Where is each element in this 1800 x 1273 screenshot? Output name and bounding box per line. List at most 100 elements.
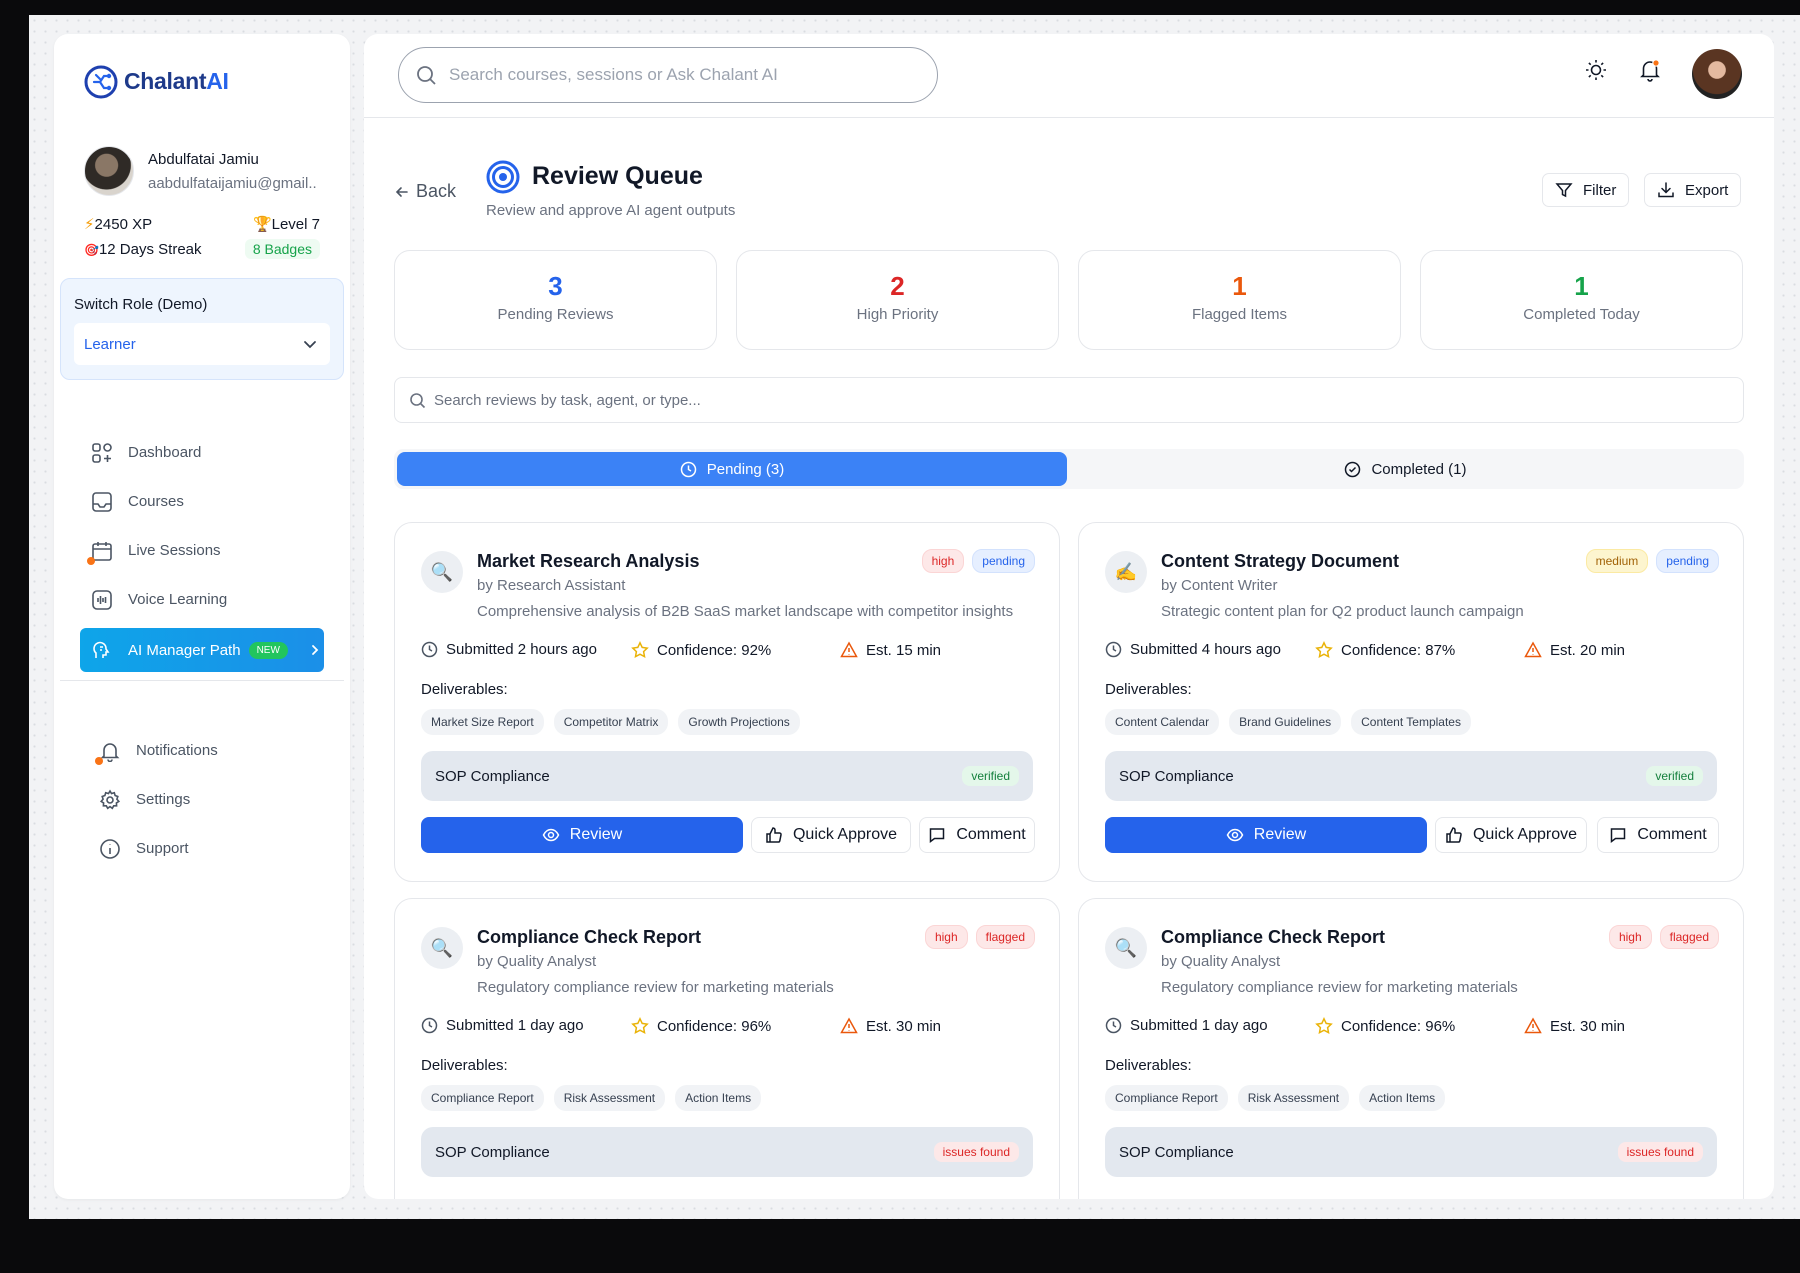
confidence-text: Confidence: 96%: [657, 1017, 772, 1035]
confidence-text: Confidence: 96%: [1341, 1017, 1456, 1035]
logo[interactable]: ChalantAI: [82, 62, 229, 100]
chevron-right-icon: [312, 645, 319, 655]
sop-status-badge: verified: [1646, 766, 1703, 786]
magnifier-icon: 🔍: [421, 927, 463, 969]
back-label: Back: [416, 181, 457, 201]
stat-card-flagged: 1 Flagged Items: [1078, 250, 1401, 350]
review-agent: by Quality Analyst: [1161, 953, 1281, 970]
review-title[interactable]: Compliance Check Report: [477, 927, 701, 948]
tab-completed[interactable]: Completed (1): [1067, 452, 1744, 486]
tab-pending[interactable]: Pending (3): [397, 452, 1067, 486]
estimate-text: Est. 30 min: [1550, 1017, 1626, 1035]
nav-item-voice-learning[interactable]: Voice Learning: [80, 575, 324, 624]
notifications-button[interactable]: [1636, 56, 1664, 84]
confidence-meta: Confidence: 96%: [1315, 1017, 1455, 1035]
review-search-placeholder: Search reviews by task, agent, or type..…: [434, 391, 701, 409]
sop-compliance-row: SOP Compliance verified: [421, 751, 1033, 801]
user-email: aabdulfataijamiu@gmail..: [148, 175, 317, 192]
review-card: ✍️ Content Strategy Document by Content …: [1078, 522, 1744, 882]
submitted-text: Submitted 1 day ago: [446, 1017, 584, 1034]
review-agent: by Quality Analyst: [477, 953, 597, 970]
filter-button[interactable]: Filter: [1542, 173, 1630, 207]
review-badges: high flagged: [924, 925, 1035, 949]
estimate-meta: Est. 15 min: [840, 641, 941, 659]
quick-approve-button[interactable]: Quick Approve: [751, 817, 911, 853]
review-button[interactable]: Review: [421, 817, 743, 853]
deliverables-label: Deliverables:: [421, 681, 508, 698]
review-agent: by Content Writer: [1161, 577, 1278, 594]
role-value: Learner: [84, 335, 136, 353]
comment-label: Comment: [1637, 826, 1707, 843]
nav-item-dashboard[interactable]: Dashboard: [80, 428, 324, 477]
status-badge: pending: [972, 549, 1035, 573]
nav-item-ai-manager[interactable]: AI Manager Path NEW: [80, 628, 324, 672]
level-value: Level 7: [271, 216, 320, 233]
sop-status-badge: issues found: [1617, 1142, 1703, 1162]
review-tabs: Pending (3) Completed (1): [394, 449, 1744, 489]
review-actions: Review Quick Approve Comment: [1105, 817, 1719, 853]
sop-status-badge: verified: [962, 766, 1019, 786]
deliverable-chip: Risk Assessment: [553, 1085, 666, 1111]
review-title[interactable]: Market Research Analysis: [477, 551, 699, 572]
review-title[interactable]: Compliance Check Report: [1161, 927, 1385, 948]
sop-label: SOP Compliance: [1119, 767, 1234, 785]
avatar[interactable]: [84, 146, 134, 196]
review-label: Review: [569, 826, 623, 843]
submitted-meta: Submitted 4 hours ago: [1105, 641, 1281, 658]
stat-value: 2: [890, 271, 905, 301]
star-icon: [631, 1017, 649, 1034]
submitted-meta: Submitted 2 hours ago: [421, 641, 597, 658]
back-button[interactable]: Back: [394, 181, 456, 202]
badges-count[interactable]: 8 Badges: [244, 239, 320, 259]
sop-compliance-row: SOP Compliance issues found: [1105, 1127, 1717, 1177]
deliverables-label: Deliverables:: [1105, 1057, 1192, 1074]
thumbs-up-icon: [766, 827, 782, 843]
calendar-icon: [87, 539, 114, 565]
review-card: 🔍 Market Research Analysis by Research A…: [394, 522, 1060, 882]
nav-item-support[interactable]: Support: [88, 824, 318, 873]
deliverable-chip: Market Size Report: [421, 709, 544, 735]
nav-item-courses[interactable]: Courses: [80, 477, 324, 526]
review-button[interactable]: Review: [1105, 817, 1427, 853]
theme-toggle-button[interactable]: [1582, 56, 1610, 84]
export-button[interactable]: Export: [1644, 173, 1742, 207]
review-description: Regulatory compliance review for marketi…: [477, 979, 834, 996]
search-icon: [417, 66, 436, 85]
comment-button[interactable]: Comment: [919, 817, 1035, 853]
review-card: 🔍 Compliance Check Report by Quality Ana…: [394, 898, 1060, 1199]
estimate-meta: Est. 30 min: [840, 1017, 941, 1035]
target-icon: [486, 160, 520, 194]
confidence-text: Confidence: 92%: [657, 641, 772, 659]
deliverables-label: Deliverables:: [421, 1057, 508, 1074]
stat-card-pending: 3 Pending Reviews: [394, 250, 717, 350]
role-select[interactable]: Learner: [74, 323, 330, 365]
global-search-input[interactable]: Search courses, sessions or Ask Chalant …: [398, 47, 938, 103]
chevron-down-icon: [304, 341, 316, 349]
review-title[interactable]: Content Strategy Document: [1161, 551, 1399, 572]
user-avatar-button[interactable]: [1692, 49, 1742, 99]
priority-badge: high: [921, 549, 965, 573]
stat-label: High Priority: [856, 306, 939, 323]
quick-approve-button[interactable]: Quick Approve: [1435, 817, 1587, 853]
clock-icon: [1105, 641, 1122, 658]
notification-dot-icon: [95, 756, 103, 765]
deliverables-label: Deliverables:: [1105, 681, 1192, 698]
review-card: 🔍 Compliance Check Report by Quality Ana…: [1078, 898, 1744, 1199]
trophy-icon: 🏆: [252, 216, 272, 233]
nav-item-settings[interactable]: Settings: [88, 775, 318, 824]
review-search-input[interactable]: Search reviews by task, agent, or type..…: [394, 377, 1744, 423]
warning-icon: [1524, 1017, 1542, 1034]
stat-card-completed: 1 Completed Today: [1420, 250, 1743, 350]
nav-label-notifications: Notifications: [136, 742, 218, 759]
top-bar: Search courses, sessions or Ask Chalant …: [364, 34, 1774, 118]
magnifier-icon: 🔍: [1105, 927, 1147, 969]
new-badge: NEW: [248, 641, 288, 659]
stat-label: Completed Today: [1523, 306, 1640, 323]
filter-icon: [1555, 183, 1573, 198]
comment-button[interactable]: Comment: [1597, 817, 1719, 853]
deliverables-list: Compliance Report Risk Assessment Action…: [421, 1085, 762, 1111]
nav-item-notifications[interactable]: Notifications: [88, 726, 318, 775]
bell-icon: [95, 739, 122, 765]
status-badge: flagged: [1659, 925, 1719, 949]
nav-item-live-sessions[interactable]: Live Sessions: [80, 526, 324, 575]
